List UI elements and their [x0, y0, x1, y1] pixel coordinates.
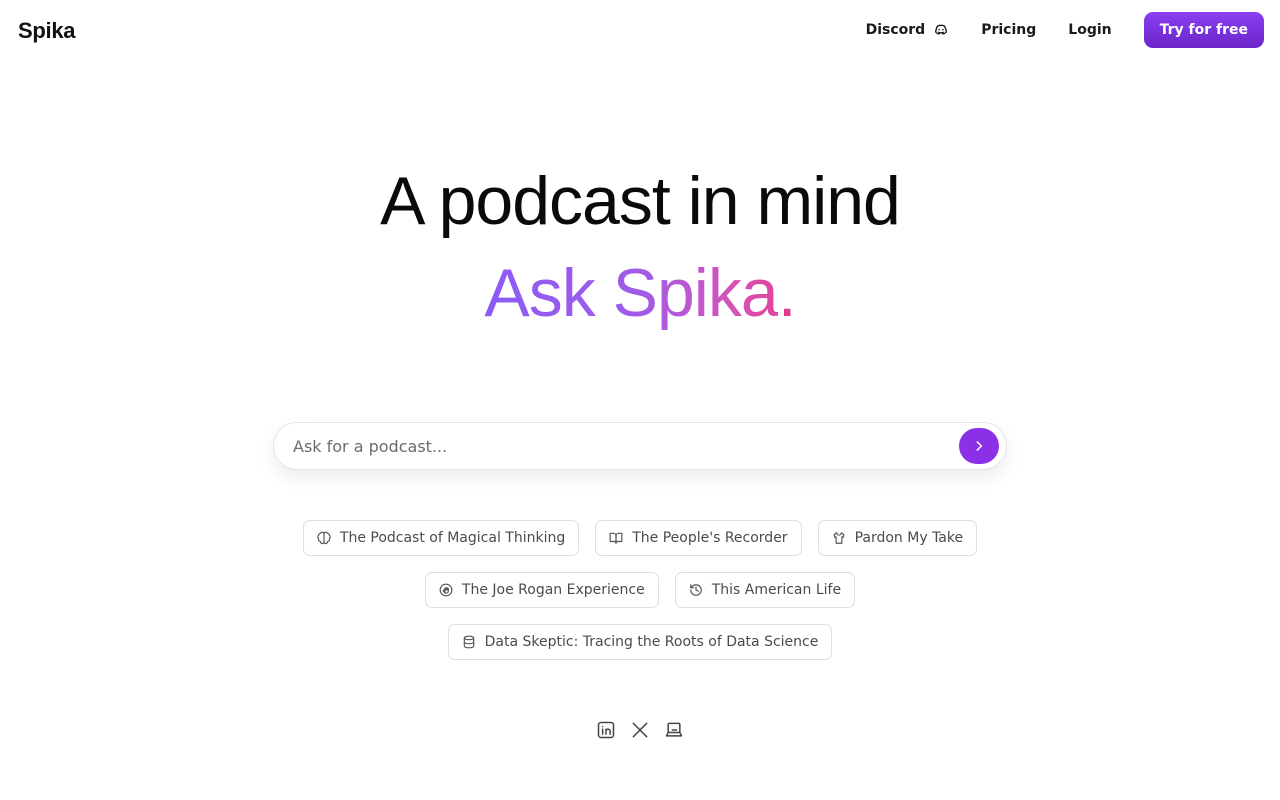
suggestion-chip[interactable]: Data Skeptic: Tracing the Roots of Data …	[447, 624, 833, 660]
discord-label: Discord	[865, 22, 926, 38]
hero-subtitle-dot: .	[777, 255, 797, 331]
discord-icon	[935, 24, 948, 35]
x-icon	[632, 722, 648, 738]
blog-link[interactable]	[663, 719, 685, 741]
suggestion-label: The Podcast of Magical Thinking	[339, 530, 566, 546]
suggestion-label: The Joe Rogan Experience	[461, 582, 645, 598]
book-open-icon	[609, 532, 623, 544]
suggestion-label: The People's Recorder	[632, 530, 788, 546]
hero-subtitle-text: Ask Spika	[484, 255, 778, 331]
top-nav: Discord Pricing Login Try for free	[866, 12, 1264, 48]
search-bar	[273, 422, 1007, 470]
suggestion-chip[interactable]: The People's Recorder	[595, 520, 802, 556]
linkedin-link[interactable]	[595, 719, 617, 741]
suggestion-chip[interactable]: Pardon My Take	[817, 520, 978, 556]
top-header: Spika Discord Pricing Login Try for free	[0, 0, 1280, 60]
discord-link[interactable]: Discord	[866, 22, 950, 38]
suggestion-row-3: Data Skeptic: Tracing the Roots of Data …	[0, 624, 1280, 660]
hero-title: A podcast in mind	[380, 163, 901, 239]
suggestion-label: Pardon My Take	[854, 530, 964, 546]
suggestion-label: This American Life	[711, 582, 842, 598]
suggestion-label: Data Skeptic: Tracing the Roots of Data …	[484, 634, 819, 650]
suggestion-chip[interactable]: The Joe Rogan Experience	[424, 572, 659, 608]
spika-logo[interactable]: Spika	[18, 18, 76, 44]
x-link[interactable]	[629, 719, 651, 741]
suggestion-chip[interactable]: This American Life	[674, 572, 856, 608]
chevron-right-icon	[976, 441, 983, 451]
hero-subtitle: Ask Spika.	[0, 254, 1280, 332]
search-input[interactable]	[293, 423, 943, 469]
suggestion-row-1: The Podcast of Magical Thinking The Peop…	[0, 520, 1280, 556]
database-icon	[463, 635, 474, 649]
shirt-icon	[833, 532, 845, 544]
login-link[interactable]: Login	[1068, 22, 1111, 38]
social-links	[0, 718, 1280, 742]
hand-icon	[439, 583, 453, 597]
try-for-free-button[interactable]: Try for free	[1143, 12, 1264, 48]
brain-icon	[317, 531, 331, 545]
suggestion-chip[interactable]: The Podcast of Magical Thinking	[302, 520, 580, 556]
history-icon	[689, 584, 702, 596]
suggestion-row-2: The Joe Rogan Experience This American L…	[0, 572, 1280, 608]
submit-search-button[interactable]	[959, 428, 999, 464]
laptop-icon	[665, 722, 683, 737]
pricing-link[interactable]: Pricing	[981, 22, 1036, 38]
linkedin-icon	[597, 721, 615, 739]
